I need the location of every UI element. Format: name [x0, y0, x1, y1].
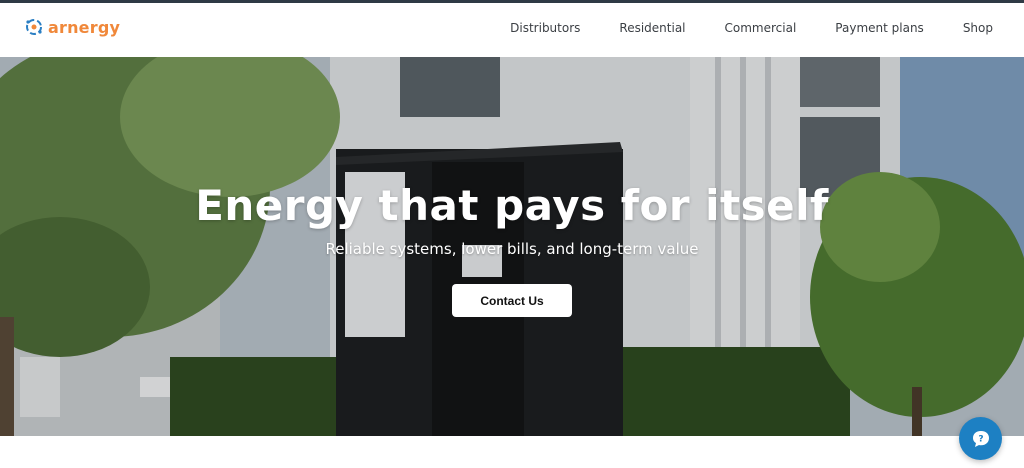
hero-title: Energy that pays for itself: [195, 181, 829, 230]
nav-item-distributors[interactable]: Distributors: [510, 21, 580, 35]
hero-subtitle: Reliable systems, lower bills, and long-…: [325, 240, 699, 258]
svg-text:?: ?: [978, 434, 983, 444]
below-hero-strip: [0, 436, 1024, 468]
contact-us-button[interactable]: Contact Us: [452, 284, 572, 317]
nav-item-shop[interactable]: Shop: [963, 21, 993, 35]
brand-name: arnergy: [48, 17, 121, 37]
nav-item-commercial[interactable]: Commercial: [725, 21, 797, 35]
main-nav: Distributors Residential Commercial Paym…: [471, 21, 993, 35]
chat-help-icon: ?: [972, 430, 989, 447]
arnergy-logo-icon: [26, 19, 42, 35]
nav-item-residential[interactable]: Residential: [619, 21, 685, 35]
site-header: arnergy Distributors Residential Commerc…: [0, 3, 1024, 57]
brand-logo[interactable]: arnergy: [24, 17, 120, 37]
nav-item-payment-plans[interactable]: Payment plans: [835, 21, 924, 35]
hero-section: Energy that pays for itself Reliable sys…: [0, 57, 1024, 436]
chat-support-button[interactable]: ?: [959, 417, 1002, 460]
